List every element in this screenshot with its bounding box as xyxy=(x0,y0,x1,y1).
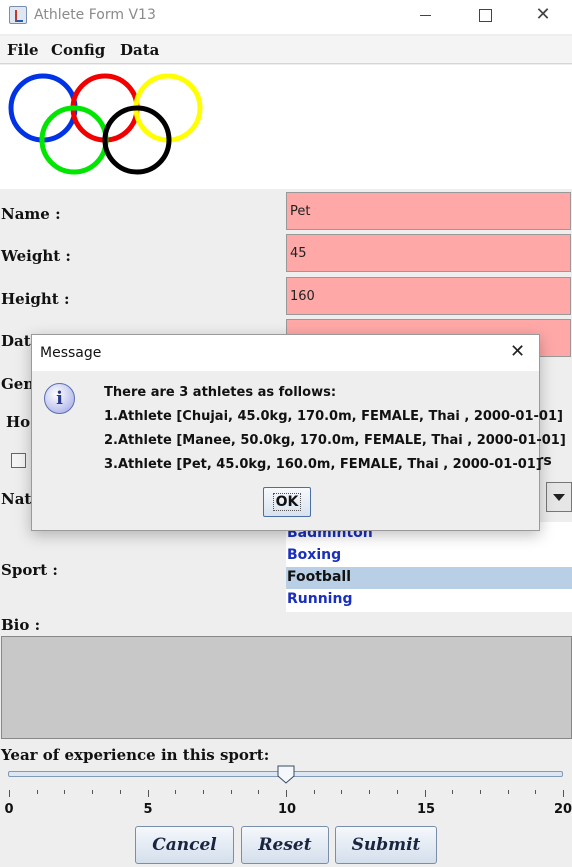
slider-tick xyxy=(147,790,149,797)
slider-tick xyxy=(92,790,94,794)
height-label: Height : xyxy=(1,290,70,308)
java-app-icon xyxy=(9,6,27,24)
ok-button-label: OK xyxy=(272,493,302,511)
sport-item-football[interactable]: Football xyxy=(286,567,572,589)
hobby-checkbox[interactable] xyxy=(11,453,26,468)
nationality-dropdown-arrow[interactable] xyxy=(546,482,572,512)
tick-label-5: 5 xyxy=(143,802,153,817)
slider-tick xyxy=(535,790,537,794)
dialog-close-button[interactable]: ✕ xyxy=(510,341,525,362)
sport-list[interactable]: Badminton Boxing Football Running xyxy=(286,522,572,612)
gender-label: Gen xyxy=(1,375,35,393)
cancel-button[interactable]: Cancel xyxy=(135,826,234,864)
reset-button[interactable]: Reset xyxy=(241,826,329,864)
slider-tick xyxy=(341,790,343,794)
slider-tick xyxy=(479,790,481,794)
dialog-title: Message xyxy=(40,345,102,361)
slider-tick xyxy=(507,790,509,794)
slider-tick xyxy=(424,790,426,797)
experience-slider-thumb[interactable] xyxy=(277,765,295,784)
slider-tick xyxy=(369,790,371,794)
dialog-message-line-1: 1.Athlete [Chujai, 45.0kg, 170.0m, FEMAL… xyxy=(104,409,563,424)
tick-label-10: 10 xyxy=(277,802,297,817)
bio-label: Bio : xyxy=(1,616,41,634)
slider-tick xyxy=(175,790,177,794)
menu-file[interactable]: File xyxy=(7,41,39,59)
message-dialog: Message ✕ i There are 3 athletes as foll… xyxy=(31,334,566,531)
slider-tick xyxy=(286,790,287,797)
bio-textarea[interactable] xyxy=(1,636,572,739)
tick-label-15: 15 xyxy=(416,802,436,817)
name-label: Name : xyxy=(1,205,61,223)
ok-button[interactable]: OK xyxy=(263,487,311,517)
minimize-button[interactable] xyxy=(397,0,455,32)
submit-button[interactable]: Submit xyxy=(335,826,437,864)
window-close-button[interactable]: ✕ xyxy=(514,0,572,32)
slider-tick xyxy=(452,790,454,794)
weight-field[interactable]: 45 xyxy=(286,234,571,272)
slider-tick xyxy=(313,790,315,794)
experience-label: Year of experience in this sport: xyxy=(1,746,270,764)
tick-label-0: 0 xyxy=(4,802,14,817)
olympic-rings-logo xyxy=(8,73,203,175)
slider-tick xyxy=(258,790,260,794)
slider-tick xyxy=(64,790,66,794)
menu-config[interactable]: Config xyxy=(51,41,105,59)
slider-tick xyxy=(36,790,38,794)
slider-tick xyxy=(9,790,10,797)
maximize-button[interactable] xyxy=(456,0,514,32)
dialog-message-line-2: 2.Athlete [Manee, 50.0kg, 170.0m, FEMALE… xyxy=(104,433,566,448)
sport-item-boxing[interactable]: Boxing xyxy=(286,545,572,567)
tick-label-20: 20 xyxy=(553,802,572,817)
sport-item-running[interactable]: Running xyxy=(286,589,572,611)
menu-bar: File Config Data xyxy=(0,36,572,64)
slider-tick xyxy=(202,790,204,794)
window-title: Athlete Form V13 xyxy=(34,7,156,23)
title-bar: Athlete Form V13 ✕ xyxy=(0,0,572,34)
slider-tick xyxy=(563,790,564,797)
dialog-message-header: There are 3 athletes as follows: xyxy=(104,385,337,400)
hobbies-label: Ho xyxy=(6,413,31,431)
sport-label: Sport : xyxy=(1,561,58,579)
name-field[interactable]: Pet xyxy=(286,192,571,230)
dialog-message-line-3: 3.Athlete [Pet, 45.0kg, 160.0m, FEMALE, … xyxy=(104,457,542,472)
weight-label: Weight : xyxy=(1,247,71,265)
info-icon: i xyxy=(44,383,75,414)
logo-panel xyxy=(0,65,572,189)
slider-tick xyxy=(396,790,398,794)
slider-tick xyxy=(119,790,121,794)
slider-tick xyxy=(230,790,232,794)
height-field[interactable]: 160 xyxy=(286,277,571,315)
menu-data[interactable]: Data xyxy=(120,41,159,59)
